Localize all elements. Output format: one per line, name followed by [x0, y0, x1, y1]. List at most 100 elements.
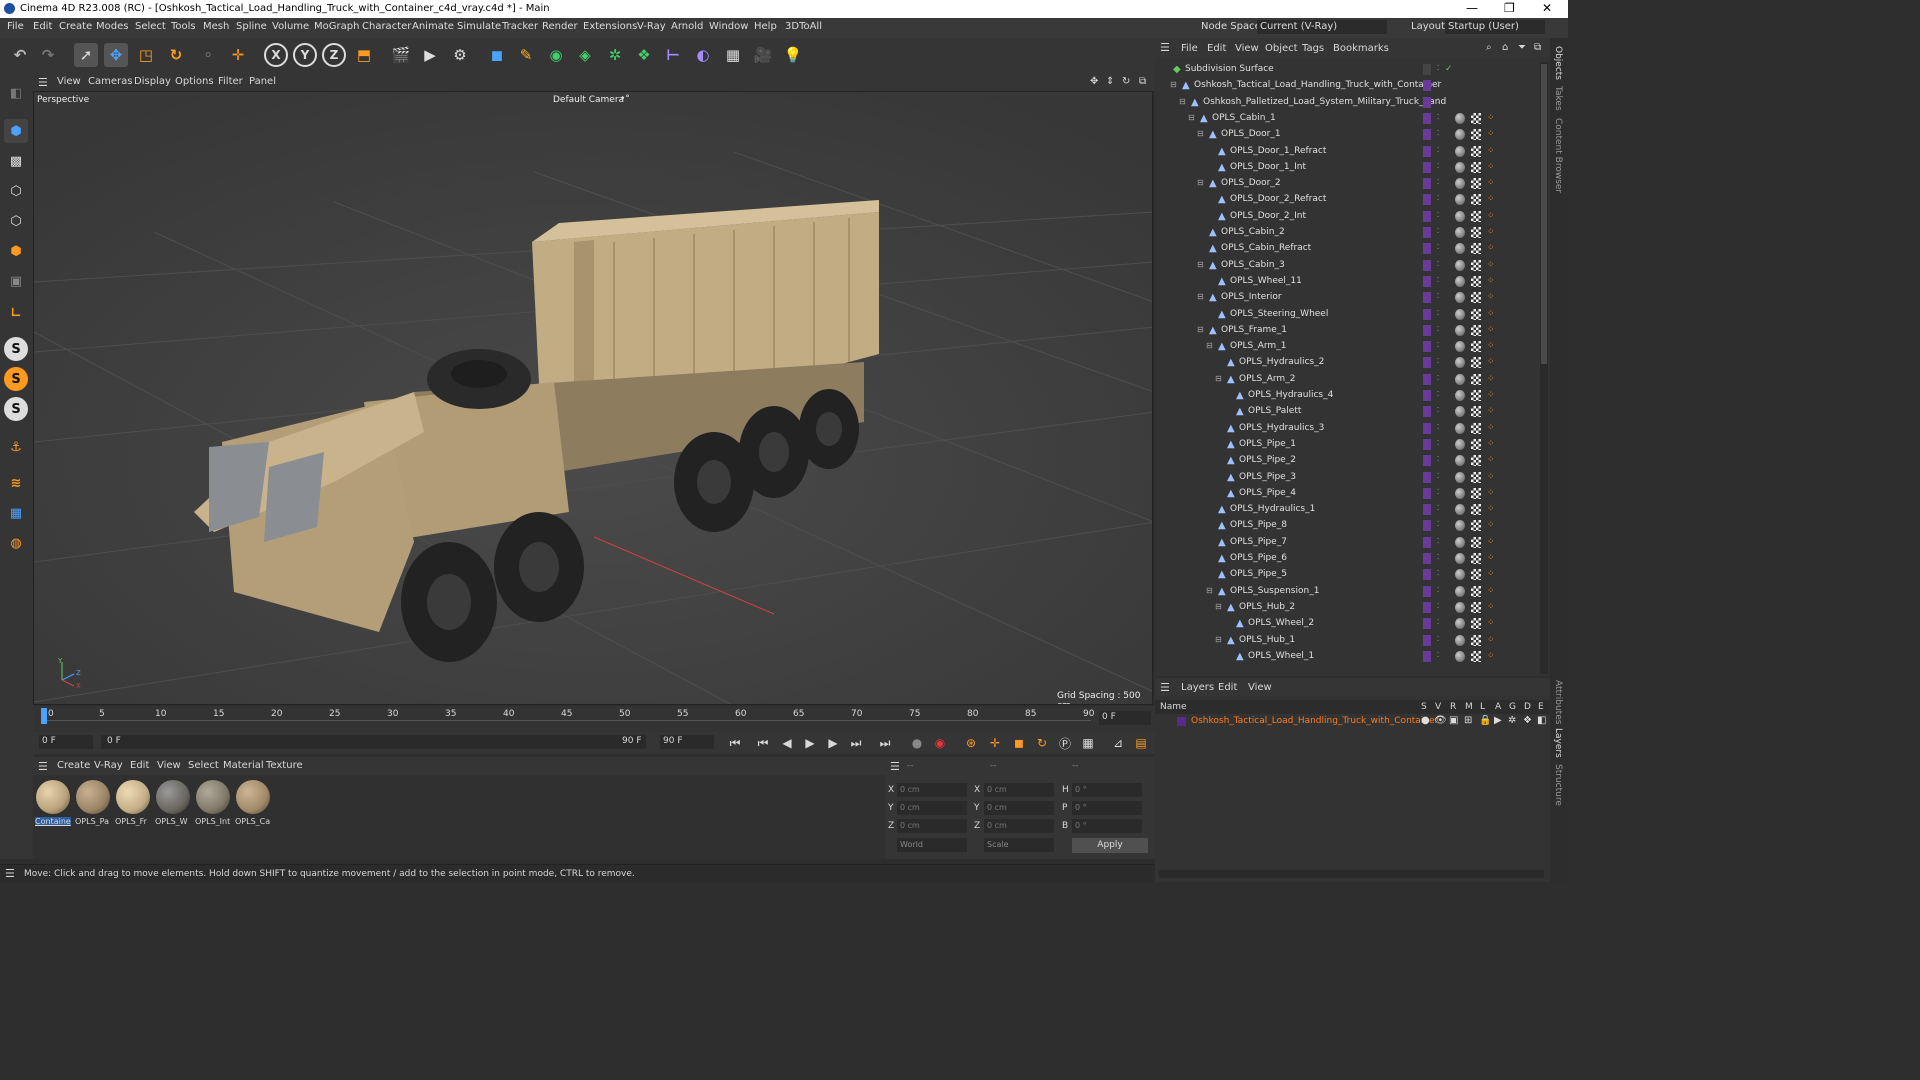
phong-tag-icon[interactable]: ⁘ — [1487, 211, 1497, 222]
material-tag-icon[interactable] — [1455, 373, 1465, 385]
field-icon[interactable]: ⊢ — [661, 43, 685, 67]
layer-color-chip[interactable] — [1423, 504, 1431, 516]
visibility-dots-icon[interactable]: ⁚ — [1437, 472, 1447, 483]
enabled-check-icon[interactable]: ✓ — [1445, 64, 1455, 75]
viewport-menu-view[interactable]: View — [57, 76, 81, 87]
layer-color-chip[interactable] — [1423, 650, 1431, 662]
object-row[interactable]: ⊟ ▲ OPLS_Interior ⁚ ⁘ — [1155, 290, 1535, 306]
phong-tag-icon[interactable]: ⁘ — [1487, 635, 1497, 646]
material-tag-icon[interactable] — [1455, 341, 1465, 353]
current-frame-field[interactable]: 0 F — [1099, 711, 1151, 725]
viewport-menu-options[interactable]: Options — [175, 76, 214, 87]
object-name[interactable]: OPLS_Hydraulics_3 — [1239, 423, 1324, 433]
visibility-dots-icon[interactable]: ⁚ — [1437, 309, 1447, 320]
start-frame-field[interactable]: 0 F — [39, 735, 93, 749]
pos-z-field[interactable]: 0 cm — [897, 819, 967, 833]
uvw-tag-icon[interactable] — [1471, 373, 1481, 385]
visibility-dots-icon[interactable]: ⁚ — [1437, 80, 1447, 91]
material-tag-icon[interactable] — [1455, 210, 1465, 222]
layer-color-chip[interactable] — [1423, 129, 1431, 141]
visibility-dots-icon[interactable]: ⁚ — [1437, 586, 1447, 597]
home-icon[interactable]: ⌂ — [1502, 42, 1508, 53]
object-name[interactable]: OPLS_Wheel_1 — [1248, 651, 1314, 661]
object-row[interactable]: ▲ OPLS_Door_2_Refract ⁚ ⁘ — [1155, 192, 1535, 208]
polygons-mode-icon[interactable]: ⬢ — [4, 239, 28, 263]
menu-extensions[interactable]: Extensions — [583, 21, 637, 32]
layer-color-chip[interactable] — [1423, 308, 1431, 320]
search-icon[interactable]: ⌕ — [1486, 42, 1492, 53]
size-z-field[interactable]: 0 cm — [984, 819, 1054, 833]
object-name[interactable]: OPLS_Wheel_11 — [1230, 276, 1302, 286]
object-name[interactable]: Oshkosh_Tactical_Load_Handling_Truck_wit… — [1194, 80, 1441, 90]
phong-tag-icon[interactable]: ⁘ — [1487, 569, 1497, 580]
uvw-tag-icon[interactable] — [1471, 145, 1481, 157]
layer-col-r[interactable]: R — [1450, 702, 1456, 712]
visibility-dots-icon[interactable]: ⁚ — [1437, 635, 1447, 646]
phong-tag-icon[interactable]: ⁘ — [1487, 553, 1497, 564]
object-row[interactable]: ▲ OPLS_Door_2_Int ⁚ ⁘ — [1155, 209, 1535, 225]
size-mode-dropdown[interactable]: Scale — [984, 838, 1054, 852]
side-tab-layers[interactable]: Layers — [1553, 728, 1563, 758]
uvw-tag-icon[interactable] — [1471, 618, 1481, 630]
layer-expression-icon[interactable]: ◧ — [1537, 715, 1546, 726]
expand-toggle-icon[interactable]: ⊟ — [1206, 341, 1216, 352]
camera-label[interactable]: Default Camera — [553, 95, 624, 105]
menu-mograph[interactable]: MoGraph — [314, 21, 359, 32]
material-tag-icon[interactable] — [1455, 112, 1465, 124]
layer-col-a[interactable]: A — [1495, 702, 1501, 712]
expand-toggle-icon[interactable]: ⊟ — [1206, 586, 1216, 597]
layer-color-chip[interactable] — [1423, 227, 1431, 238]
prev-frame-icon[interactable]: ◀ — [778, 735, 796, 751]
visibility-dots-icon[interactable]: ⁚ — [1437, 194, 1447, 205]
render-picture-viewer-icon[interactable]: ▶ — [418, 43, 442, 67]
phong-tag-icon[interactable]: ⁘ — [1487, 651, 1497, 662]
uvw-tag-icon[interactable] — [1471, 422, 1481, 434]
floor-icon[interactable]: ▦ — [721, 43, 745, 67]
visibility-dots-icon[interactable]: ⁚ — [1437, 276, 1447, 287]
autokey-icon[interactable]: ◉ — [931, 735, 949, 751]
object-row[interactable]: ⊟ ▲ OPLS_Arm_2 ⁚ ⁘ — [1155, 372, 1535, 388]
layer-color-chip[interactable] — [1423, 341, 1431, 353]
uvw-tag-icon[interactable] — [1471, 292, 1481, 304]
rot-b-field[interactable]: 0 ° — [1072, 819, 1142, 833]
visibility-dots-icon[interactable]: ⁚ — [1437, 390, 1447, 401]
size-y-field[interactable]: 0 cm — [984, 801, 1054, 815]
material-tag-icon[interactable] — [1455, 601, 1465, 613]
phong-tag-icon[interactable]: ⁘ — [1487, 472, 1497, 483]
make-editable-icon[interactable]: ◧ — [4, 81, 28, 105]
material-swatch[interactable]: OPLS_Fr — [115, 779, 151, 826]
preview-range-start[interactable]: 0 F — [101, 735, 646, 749]
material-tag-icon[interactable] — [1455, 406, 1465, 418]
uvw-tag-icon[interactable] — [1471, 471, 1481, 483]
phong-tag-icon[interactable]: ⁘ — [1487, 520, 1497, 531]
uvw-tag-icon[interactable] — [1471, 601, 1481, 613]
play-icon[interactable]: ▶ — [801, 735, 819, 751]
menu-select[interactable]: Select — [135, 21, 166, 32]
material-tag-icon[interactable] — [1455, 618, 1465, 630]
subdivision-generator-icon[interactable]: ◉ — [544, 43, 568, 67]
layer-menu-edit[interactable]: Edit — [1218, 682, 1237, 693]
visibility-dots-icon[interactable]: ⁚ — [1437, 488, 1447, 499]
object-name[interactable]: OPLS_Frame_1 — [1221, 325, 1287, 335]
layer-color-chip[interactable] — [1423, 210, 1431, 222]
object-name[interactable]: OPLS_Pipe_4 — [1239, 488, 1296, 498]
layer-color-chip[interactable] — [1423, 520, 1431, 532]
object-row[interactable]: ⊟ ▲ Oshkosh_Tactical_Load_Handling_Truck_w… — [1155, 78, 1535, 94]
material-swatch[interactable]: OPLS_Int — [195, 779, 231, 826]
object-name[interactable]: OPLS_Pipe_8 — [1230, 520, 1287, 530]
side-tab-attributes[interactable]: Attributes — [1553, 680, 1563, 724]
layer-color-chip[interactable] — [1423, 471, 1431, 483]
material-tag-icon[interactable] — [1455, 455, 1465, 467]
minimize-button[interactable]: — — [1466, 1, 1478, 15]
layer-color-chip[interactable] — [1423, 569, 1431, 581]
pen-spline-icon[interactable]: ✎ — [514, 43, 538, 67]
menu-arnold[interactable]: Arnold — [671, 21, 703, 32]
layer-color-chip[interactable] — [1423, 112, 1431, 124]
menu-character[interactable]: Character — [362, 21, 411, 32]
expand-toggle-icon[interactable]: ⊟ — [1197, 129, 1207, 140]
object-row[interactable]: ⊟ ▲ OPLS_Suspension_1 ⁚ ⁘ — [1155, 584, 1535, 600]
layer-menu-view[interactable]: View — [1248, 682, 1272, 693]
layer-col-d[interactable]: D — [1524, 702, 1531, 712]
layer-color-chip[interactable] — [1423, 178, 1431, 190]
material-menu-create[interactable]: Create — [57, 760, 90, 771]
